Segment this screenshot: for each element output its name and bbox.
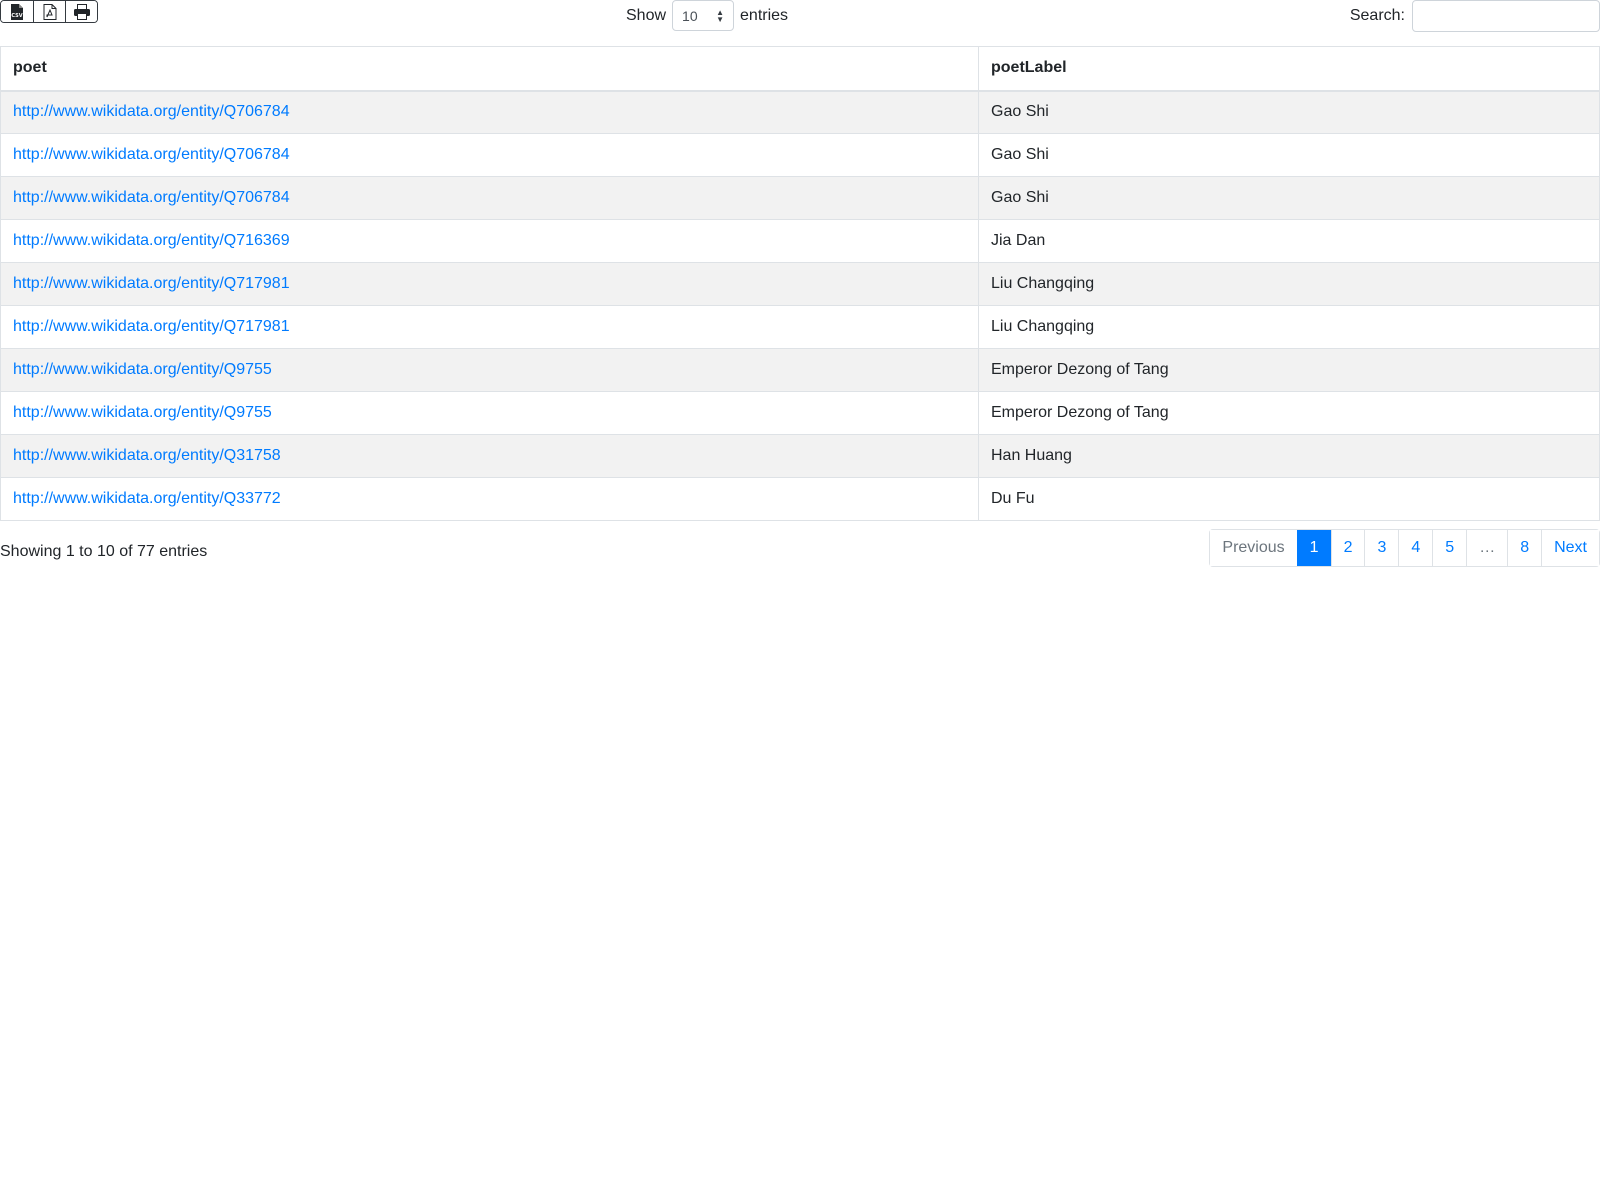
column-header-poetlabel[interactable]: poetLabel — [978, 46, 1600, 92]
table-toolbar: CSV Show 10 ▲ ▼ entries Search: — [0, 0, 1600, 46]
table-row: http://www.wikidata.org/entity/Q31758 Ha… — [0, 434, 1600, 478]
poet-link[interactable]: http://www.wikidata.org/entity/Q716369 — [13, 232, 290, 249]
table-row: http://www.wikidata.org/entity/Q9755 Emp… — [0, 348, 1600, 392]
column-header-poet[interactable]: poet — [0, 46, 979, 92]
table-row: http://www.wikidata.org/entity/Q716369 J… — [0, 219, 1600, 263]
entries-per-page-select[interactable]: 10 ▲ ▼ — [672, 0, 735, 31]
table-row: http://www.wikidata.org/entity/Q706784 G… — [0, 133, 1600, 177]
page-button-4[interactable]: 4 — [1398, 530, 1433, 566]
table-row: http://www.wikidata.org/entity/Q9755 Emp… — [0, 391, 1600, 435]
poet-label-cell: Emperor Dezong of Tang — [978, 391, 1600, 435]
pagination: Previous 1 2 3 4 5 … 8 Next — [1209, 529, 1600, 567]
table-header-row: poet poetLabel — [0, 46, 1600, 92]
print-icon — [73, 3, 90, 20]
poet-cell: http://www.wikidata.org/entity/Q31758 — [0, 434, 979, 478]
search-label: Search: — [1349, 7, 1405, 24]
page-button-8[interactable]: 8 — [1507, 530, 1542, 566]
poet-link[interactable]: http://www.wikidata.org/entity/Q9755 — [13, 361, 272, 378]
table-footer: Showing 1 to 10 of 77 entries Previous 1… — [0, 521, 1600, 581]
poet-label-cell: Liu Changqing — [978, 305, 1600, 349]
poet-cell: http://www.wikidata.org/entity/Q9755 — [0, 348, 979, 392]
poet-link[interactable]: http://www.wikidata.org/entity/Q717981 — [13, 318, 290, 335]
poet-cell: http://www.wikidata.org/entity/Q706784 — [0, 133, 979, 177]
search-input[interactable] — [1412, 0, 1600, 32]
table-row: http://www.wikidata.org/entity/Q717981 L… — [0, 305, 1600, 349]
poet-cell: http://www.wikidata.org/entity/Q9755 — [0, 391, 979, 435]
poet-label-cell: Emperor Dezong of Tang — [978, 348, 1600, 392]
poet-link[interactable]: http://www.wikidata.org/entity/Q33772 — [13, 490, 281, 507]
csv-file-icon: CSV — [11, 3, 23, 20]
table-row: http://www.wikidata.org/entity/Q717981 L… — [0, 262, 1600, 306]
poet-label-cell: Gao Shi — [978, 133, 1600, 177]
entries-per-page-value: 10 — [682, 7, 698, 24]
poet-link[interactable]: http://www.wikidata.org/entity/Q706784 — [13, 146, 290, 163]
export-pdf-button[interactable] — [33, 1, 65, 22]
poet-cell: http://www.wikidata.org/entity/Q706784 — [0, 176, 979, 220]
print-button[interactable] — [65, 1, 97, 22]
poet-cell: http://www.wikidata.org/entity/Q717981 — [0, 262, 979, 306]
poet-label-cell: Han Huang — [978, 434, 1600, 478]
export-csv-button[interactable]: CSV — [1, 1, 33, 22]
poet-cell: http://www.wikidata.org/entity/Q717981 — [0, 305, 979, 349]
poet-label-cell: Liu Changqing — [978, 262, 1600, 306]
table-info: Showing 1 to 10 of 77 entries — [0, 543, 208, 560]
show-label: Show — [626, 6, 667, 24]
table-row: http://www.wikidata.org/entity/Q706784 G… — [0, 90, 1600, 134]
page-button-2[interactable]: 2 — [1330, 530, 1365, 566]
select-arrows-icon: ▲ ▼ — [716, 7, 725, 24]
next-page-button[interactable]: Next — [1541, 530, 1599, 566]
poet-cell: http://www.wikidata.org/entity/Q716369 — [0, 219, 979, 263]
poet-cell: http://www.wikidata.org/entity/Q706784 — [0, 90, 979, 134]
poet-link[interactable]: http://www.wikidata.org/entity/Q717981 — [13, 275, 290, 292]
entries-label: entries — [740, 6, 789, 24]
poet-link[interactable]: http://www.wikidata.org/entity/Q31758 — [13, 447, 281, 464]
poet-link[interactable]: http://www.wikidata.org/entity/Q706784 — [13, 189, 290, 206]
poet-label-cell: Du Fu — [978, 477, 1600, 521]
poet-link[interactable]: http://www.wikidata.org/entity/Q706784 — [13, 103, 290, 120]
poet-label-cell: Gao Shi — [978, 176, 1600, 220]
pdf-file-icon — [43, 3, 56, 20]
table-row: http://www.wikidata.org/entity/Q33772 Du… — [0, 477, 1600, 521]
export-buttons: CSV — [0, 0, 98, 23]
page-button-1[interactable]: 1 — [1296, 530, 1331, 566]
page-button-3[interactable]: 3 — [1364, 530, 1399, 566]
poet-link[interactable]: http://www.wikidata.org/entity/Q9755 — [13, 404, 272, 421]
svg-text:CSV: CSV — [11, 13, 22, 19]
previous-page-button[interactable]: Previous — [1210, 530, 1297, 566]
entries-length-control: Show 10 ▲ ▼ entries — [626, 0, 788, 31]
page-ellipsis: … — [1466, 530, 1508, 566]
poet-cell: http://www.wikidata.org/entity/Q33772 — [0, 477, 979, 521]
table-row: http://www.wikidata.org/entity/Q706784 G… — [0, 176, 1600, 220]
results-table: poet poetLabel http://www.wikidata.org/e… — [0, 46, 1600, 521]
poet-label-cell: Gao Shi — [978, 90, 1600, 134]
search-control: Search: — [1350, 0, 1600, 32]
poet-label-cell: Jia Dan — [978, 219, 1600, 263]
page-button-5[interactable]: 5 — [1432, 530, 1467, 566]
